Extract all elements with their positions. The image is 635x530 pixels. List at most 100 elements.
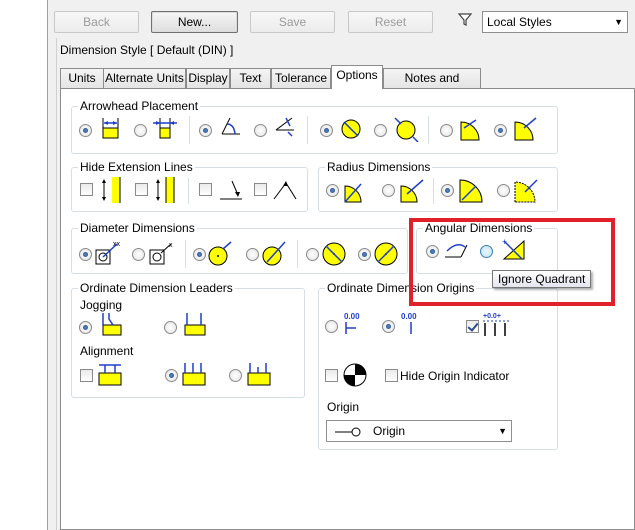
origins-radio-1[interactable] <box>325 320 338 333</box>
chevron-down-icon: ▼ <box>498 426 507 436</box>
hide-ext-checkbox-2[interactable] <box>135 183 148 196</box>
origin-label: Origin <box>327 400 360 414</box>
tab-notes-and-leaders[interactable]: Notes and Leaders <box>383 68 481 103</box>
angle-outside-icon <box>275 117 294 137</box>
diameter-radio-4[interactable] <box>246 248 259 261</box>
circle-outside-icon <box>394 117 419 142</box>
arrowhead-radio-3[interactable] <box>199 124 212 137</box>
left-panel <box>0 0 48 530</box>
origin-indicator-icon <box>343 363 367 387</box>
diameter-dimensions-group: Diameter Dimensions <box>71 221 408 274</box>
arrowhead-inside-icon <box>102 118 119 139</box>
chevron-down-icon: ▼ <box>614 17 623 27</box>
alignment-icon-2 <box>182 363 206 386</box>
styles-select[interactable]: Local Styles ▼ <box>482 11 628 33</box>
divider <box>185 240 186 268</box>
extension-line-second-icon <box>156 177 175 203</box>
divider <box>189 116 190 144</box>
dimension-style-title: Dimension Style [ Default (DIN) ] <box>60 43 234 57</box>
diameter-radio-6[interactable] <box>358 248 371 261</box>
arrowhead-radio-6[interactable] <box>374 124 387 137</box>
divider <box>188 178 189 204</box>
hide-ext-checkbox-4[interactable] <box>254 183 267 196</box>
hide-origin-indicator-label: Hide Origin Indicator <box>400 369 510 383</box>
diameter-through-alt-icon <box>374 242 398 266</box>
origin-zero-text-1: 0.00 <box>344 312 360 321</box>
alignment-icon-1 <box>98 364 122 386</box>
origin-select[interactable]: Origin ▼ <box>326 420 512 442</box>
tab-text[interactable]: Text <box>230 68 271 88</box>
diameter-through-icon <box>322 242 346 266</box>
diameter-circle-inside-icon <box>208 241 232 266</box>
svg-text:xx: xx <box>113 241 121 248</box>
new-button[interactable]: New... <box>151 11 238 33</box>
jogging-radio-2[interactable] <box>164 321 177 334</box>
extension-line-first-icon <box>102 177 121 203</box>
radius-radio-4[interactable] <box>497 184 510 197</box>
tab-display[interactable]: Display <box>186 68 230 88</box>
radius-inside-icon <box>344 183 362 203</box>
save-button[interactable]: Save <box>250 11 335 33</box>
svg-text:+0.0+: +0.0+ <box>483 313 501 320</box>
arc-inside-icon <box>460 119 480 141</box>
circle-inside-icon <box>341 119 361 139</box>
radius-arc-inside-icon <box>459 179 483 203</box>
alignment-radio-2[interactable] <box>229 369 242 382</box>
diameter-radio-3[interactable] <box>193 248 206 261</box>
tab-units[interactable]: Units <box>60 68 104 88</box>
diameter-radio-5[interactable] <box>306 248 319 261</box>
alignment-label: Alignment <box>80 344 134 358</box>
diameter-leader-inside-icon: xx <box>95 241 121 265</box>
styles-select-value: Local Styles <box>487 15 552 29</box>
alignment-checkbox[interactable] <box>80 369 93 382</box>
jogging-straight-icon <box>184 313 206 336</box>
origin-select-value: Origin <box>373 424 406 438</box>
arrowhead-radio-8[interactable] <box>494 124 507 137</box>
tab-alternate-units[interactable]: Alternate Units <box>103 68 186 88</box>
divider <box>307 116 308 144</box>
hide-origin-indicator-checkbox[interactable] <box>385 369 398 382</box>
tab-options[interactable]: Options <box>331 65 383 89</box>
group-title: Ordinate Dimension Leaders <box>78 281 235 295</box>
radius-radio-1[interactable] <box>326 184 339 197</box>
jogging-leader-icon <box>102 313 122 336</box>
back-button[interactable]: Back <box>54 11 139 33</box>
diameter-circle-outside-icon <box>262 241 286 266</box>
jogging-radio-1[interactable] <box>79 321 92 334</box>
angle-ext-second-icon <box>273 181 297 200</box>
ignore-quadrant-tooltip: Ignore Quadrant <box>492 270 592 288</box>
group-title: Arrowhead Placement <box>78 99 201 113</box>
radius-radio-3[interactable] <box>441 184 454 197</box>
reset-button[interactable]: Reset <box>348 11 433 33</box>
arrowhead-radio-2[interactable] <box>134 124 147 137</box>
radius-outside-icon <box>400 179 424 203</box>
hide-ext-checkbox-3[interactable] <box>199 183 212 196</box>
angle-inside-icon <box>221 117 240 135</box>
alignment-icon-3 <box>247 363 271 386</box>
divider <box>297 240 298 268</box>
origins-radio-2[interactable] <box>382 320 395 333</box>
diameter-radio-1[interactable] <box>79 248 92 261</box>
arc-outside-icon <box>514 117 537 141</box>
arrowhead-radio-7[interactable] <box>440 124 453 137</box>
radius-radio-2[interactable] <box>382 184 395 197</box>
arrowhead-outside-icon <box>153 118 177 139</box>
arrowhead-radio-1[interactable] <box>79 124 92 137</box>
group-title: Diameter Dimensions <box>78 221 197 235</box>
svg-text:x: x <box>169 242 173 249</box>
annotation-highlight-box <box>409 218 615 306</box>
origins-checkbox[interactable] <box>466 320 479 333</box>
filter-icon[interactable] <box>457 11 473 27</box>
diameter-radio-2[interactable] <box>132 248 145 261</box>
angle-ext-first-icon <box>220 180 242 200</box>
origin-indicator-checkbox[interactable] <box>325 369 338 382</box>
hide-ext-checkbox-1[interactable] <box>80 183 93 196</box>
divider <box>433 178 434 204</box>
tab-tolerance[interactable]: Tolerance <box>271 68 331 88</box>
diameter-leader-outside-icon: x <box>149 242 173 265</box>
group-title: Radius Dimensions <box>325 160 433 174</box>
origin-zero-leader-icon: 0.00 <box>344 312 360 334</box>
alignment-radio-1[interactable] <box>165 369 178 382</box>
arrowhead-radio-4[interactable] <box>254 124 267 137</box>
arrowhead-radio-5[interactable] <box>320 124 333 137</box>
